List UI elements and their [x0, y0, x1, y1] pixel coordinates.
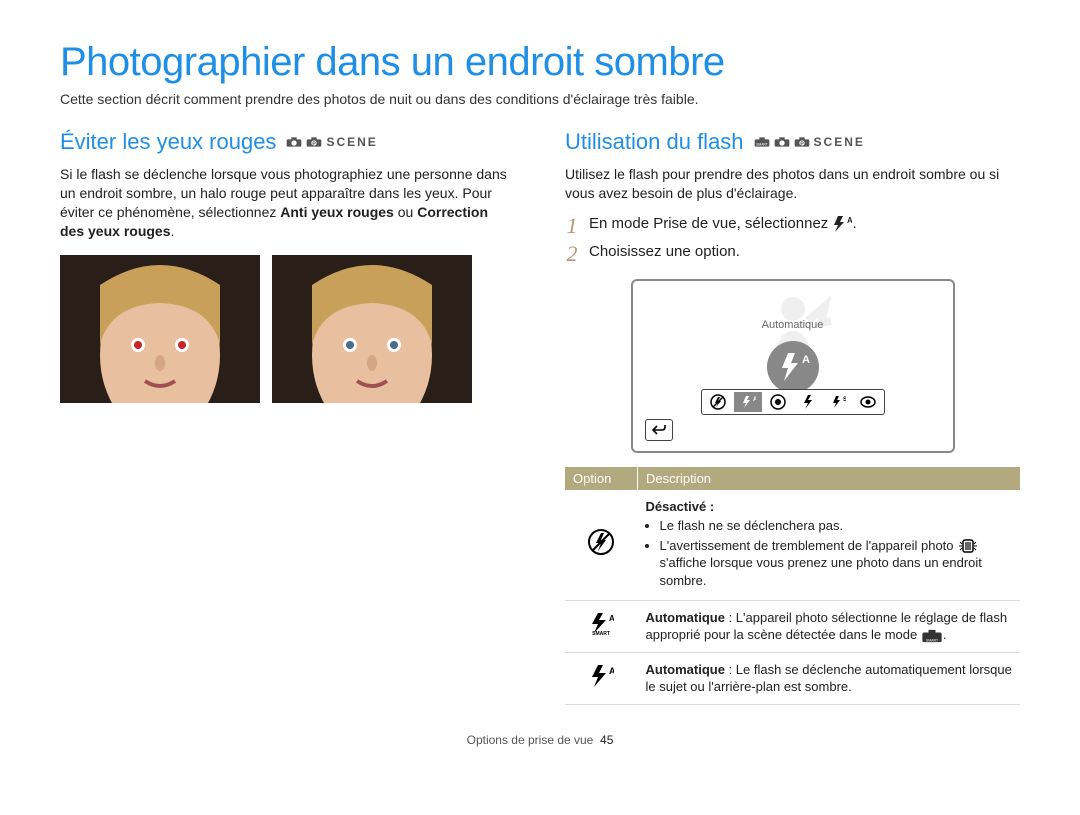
step-1-text: En mode Prise de vue, sélectionnez A. [589, 215, 857, 232]
step-number: 1 [565, 215, 579, 237]
flash-a-icon: A [776, 350, 810, 384]
row-off-b2-post: s'affiche lorsque vous prenez une photo … [660, 555, 982, 588]
page-intro: Cette section décrit comment prendre des… [60, 91, 1020, 107]
section-heading-redeye: Éviter les yeux rouges P SCENE [60, 129, 515, 155]
svg-text:A: A [802, 354, 810, 366]
camera-p-icon: P [306, 136, 322, 148]
row-auto-std-desc: Automatique : Le flash se déclenche auto… [638, 652, 1021, 704]
row-auto-smart-title: Automatique [646, 610, 725, 625]
example-photo-redeye [60, 255, 260, 403]
option-flash-off[interactable] [704, 392, 732, 412]
step-1-text-tail: . [852, 215, 856, 232]
svg-text:SMART: SMART [756, 142, 768, 146]
step-2-text: Choisissez une option. [589, 243, 740, 260]
mode-icons: P SCENE [286, 135, 377, 149]
section-heading-flash: Utilisation du flash SMART P SCENE [565, 129, 1020, 155]
step-2: 2 Choisissez une option. [565, 243, 1020, 265]
back-button[interactable] [645, 419, 673, 441]
row-off-b2: L'avertissement de tremblement de l'appa… [660, 537, 1013, 590]
camera-smart-icon: SMART [921, 629, 943, 643]
camera-icon [774, 136, 790, 148]
footer: Options de prise de vue 45 [60, 733, 1020, 747]
row-off-title: Désactivé : [646, 499, 715, 514]
row-auto-std-icon: A [565, 652, 638, 704]
camera-p-icon: P [794, 136, 810, 148]
svg-text:A: A [609, 666, 614, 676]
camera-smart-icon: SMART [754, 136, 770, 148]
scene-label: SCENE [326, 135, 377, 149]
flash-auto-smart-icon: A SMART [588, 613, 614, 635]
row-auto-std-title: Automatique [646, 662, 725, 677]
option-flash-auto[interactable]: A [734, 392, 762, 412]
back-icon [652, 424, 666, 436]
step-1-text-part: En mode Prise de vue, sélectionnez [589, 215, 832, 232]
footer-page-num: 45 [600, 733, 613, 747]
body-end: . [171, 223, 175, 239]
heading-text: Utilisation du flash [565, 129, 744, 155]
row-off-b2-pre: L'avertissement de tremblement de l'appa… [660, 538, 954, 553]
flash-body: Utilisez le flash pour prendre des photo… [565, 165, 1020, 203]
body-join: ou [394, 204, 417, 220]
svg-text:A: A [609, 614, 614, 623]
flash-off-icon [588, 529, 614, 555]
option-redeye[interactable] [764, 392, 792, 412]
heading-text: Éviter les yeux rouges [60, 129, 276, 155]
screen-mode-label: Automatique [762, 319, 824, 331]
svg-text:A: A [753, 397, 756, 403]
svg-text:S: S [843, 397, 846, 403]
row-off-b1: Le flash ne se déclenchera pas. [660, 517, 1013, 535]
flash-mode-badge: A [767, 341, 819, 393]
row-off-icon [565, 490, 638, 600]
option-redeye-fix[interactable] [854, 392, 882, 412]
body-bold-1: Anti yeux rouges [280, 204, 394, 220]
step-1: 1 En mode Prise de vue, sélectionnez A. [565, 215, 1020, 237]
row-auto-smart-icon: A SMART [565, 600, 638, 652]
th-desc: Description [638, 467, 1021, 490]
example-photo-corrected [272, 255, 472, 403]
footer-section: Options de prise de vue [467, 733, 594, 747]
svg-text:P: P [313, 141, 317, 147]
flash-option-row: A S [701, 389, 885, 415]
row-auto-smart-desc: Automatique : L'appareil photo sélection… [638, 600, 1021, 652]
mode-icons: SMART P SCENE [754, 135, 865, 149]
flash-options-table: Option Description Désactivé : Le flash … [565, 467, 1020, 705]
row-off-desc: Désactivé : Le flash ne se déclenchera p… [638, 490, 1021, 600]
option-flash-slow[interactable]: S [824, 392, 852, 412]
svg-text:SMART: SMART [592, 631, 610, 635]
scene-label: SCENE [814, 135, 865, 149]
svg-text:SMART: SMART [926, 638, 939, 642]
shake-warning-icon [957, 539, 979, 553]
th-option: Option [565, 467, 638, 490]
step-number: 2 [565, 243, 579, 265]
option-flash-on[interactable] [794, 392, 822, 412]
svg-text:P: P [800, 141, 804, 147]
flash-auto-icon: A [832, 216, 852, 232]
row-auto-smart-tail: . [943, 627, 947, 642]
camera-icon [286, 136, 302, 148]
flash-auto-icon: A [588, 665, 614, 687]
redeye-body: Si le flash se déclenche lorsque vous ph… [60, 165, 515, 241]
page-title: Photographier dans un endroit sombre [60, 40, 1020, 85]
camera-screen-mock: Automatique A A S [631, 279, 955, 453]
